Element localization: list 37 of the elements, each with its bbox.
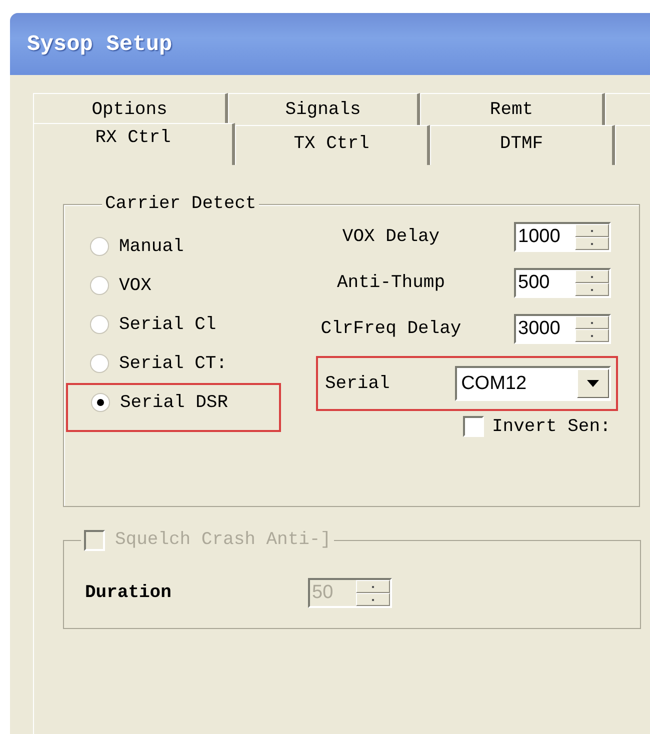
radio-option[interactable]: Manual (64, 227, 291, 266)
tab[interactable]: DTMF (430, 125, 615, 165)
radio-button[interactable] (90, 315, 109, 334)
caret-icon (587, 380, 599, 387)
spin-up-button[interactable] (575, 270, 609, 283)
radio-option[interactable]: Serial Cl (64, 305, 291, 344)
radio-option[interactable]: VOX (64, 266, 291, 305)
field-label: ClrFreq Delay (320, 319, 462, 339)
window-title: Sysop Setup (27, 32, 172, 56)
radio-button[interactable] (90, 237, 109, 256)
tab[interactable]: Signals (228, 93, 420, 125)
tab[interactable]: RX Ctrl (33, 123, 235, 165)
tab[interactable]: Options (33, 93, 228, 125)
radio-option[interactable]: Serial DSR (66, 383, 281, 432)
tab[interactable]: TX Ctrl (235, 125, 430, 165)
dropdown-button[interactable] (577, 369, 609, 398)
spin-down-button[interactable] (575, 237, 609, 250)
number-field[interactable]: 3000 (514, 314, 611, 344)
field-label: VOX Delay (341, 227, 441, 247)
field-label: Serial (325, 374, 391, 394)
radio-button[interactable] (91, 393, 110, 412)
serial-port-dropdown[interactable]: COM12 (455, 366, 611, 401)
spin-down-button[interactable] (575, 329, 609, 342)
field-label: Duration (85, 583, 172, 603)
number-field[interactable]: 500 (514, 268, 611, 298)
spin-up-button[interactable] (575, 316, 609, 329)
number-field[interactable]: 1000 (514, 222, 611, 252)
checkbox[interactable] (463, 416, 484, 437)
field-label: Anti-Thump (336, 273, 446, 293)
radio-option[interactable]: Serial CT: (64, 344, 291, 383)
spin-down-button[interactable] (575, 283, 609, 296)
checkbox-label: Squelch Crash Anti-] (115, 530, 332, 550)
tab[interactable]: Remt (420, 93, 605, 125)
radio-button[interactable] (90, 354, 109, 373)
radio-button[interactable] (90, 276, 109, 295)
checkbox-label: Invert Sen: (492, 416, 611, 436)
spin-up-button[interactable] (575, 224, 609, 237)
